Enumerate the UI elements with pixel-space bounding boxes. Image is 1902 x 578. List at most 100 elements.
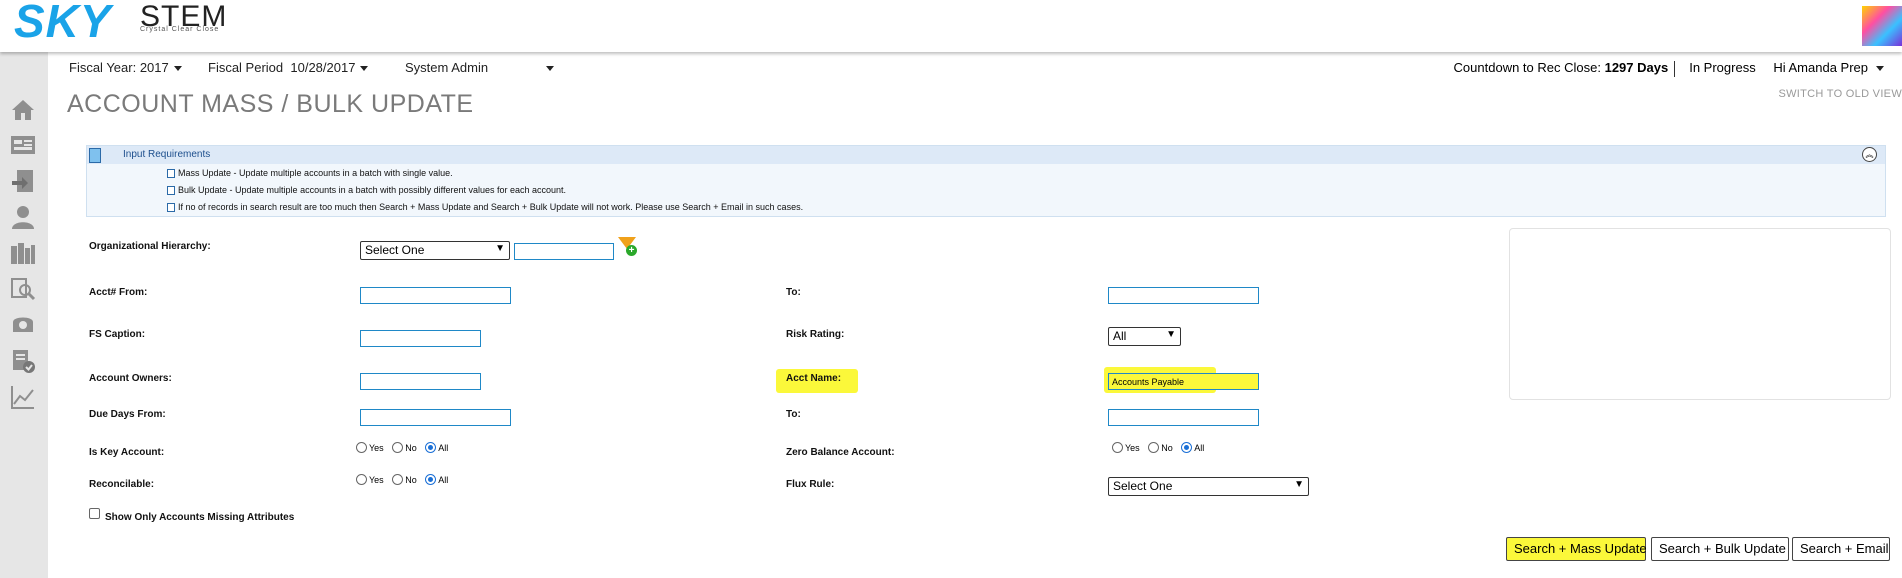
chart-icon[interactable]	[9, 384, 37, 410]
due-days-to-label: To:	[786, 409, 801, 420]
logo-tagline: Crystal Clear Close	[140, 26, 220, 33]
reconcilable-no-radio[interactable]	[392, 474, 404, 486]
home-icon[interactable]	[9, 98, 37, 124]
due-days-to-input[interactable]	[1108, 409, 1259, 426]
user-icon[interactable]	[9, 204, 37, 230]
acct-from-input[interactable]	[360, 287, 511, 304]
switch-view-link[interactable]: SWITCH TO OLD VIEW	[1778, 88, 1902, 100]
import-icon[interactable]	[9, 168, 37, 194]
acct-from-label: Acct# From:	[89, 287, 148, 298]
search-bulk-update-button[interactable]: Search + Bulk Update	[1651, 537, 1789, 561]
reconcilable-radios: Yes No All	[356, 474, 454, 486]
library-icon[interactable]	[9, 240, 37, 266]
radio-label: No	[405, 474, 417, 485]
top-bar: SKY STEM Crystal Clear Close	[0, 0, 1902, 52]
org-hierarchy-input[interactable]	[514, 243, 614, 260]
page-title: ACCOUNT MASS / BULK UPDATE	[67, 90, 474, 118]
flux-rule-value: Select One	[1113, 479, 1173, 493]
greeting-text: Hi Amanda Prep	[1773, 60, 1868, 75]
acct-name-input[interactable]	[1108, 373, 1259, 390]
radio-label: All	[1194, 442, 1205, 453]
acct-to-input[interactable]	[1108, 287, 1259, 304]
dashboard-icon[interactable]	[9, 134, 37, 160]
is-key-account-radios: Yes No All	[356, 442, 454, 454]
certify-icon[interactable]	[9, 348, 37, 374]
is-key-yes-radio[interactable]	[356, 442, 367, 454]
radio-label: Yes	[1125, 442, 1140, 453]
fiscal-period-value: 10/28/2017	[290, 60, 356, 75]
chevron-down-icon	[546, 66, 555, 72]
account-owners-label: Account Owners:	[89, 373, 172, 384]
zero-balance-all-radio[interactable]	[1181, 442, 1193, 454]
flux-rule-select[interactable]: Select One ▼	[1108, 477, 1309, 496]
radio-label: Yes	[369, 474, 384, 485]
is-key-account-label: Is Key Account:	[89, 447, 165, 458]
plus-icon: +	[626, 245, 637, 256]
due-days-from-input[interactable]	[360, 409, 511, 426]
chevron-down-icon: ▼	[1166, 329, 1176, 340]
divider	[1674, 60, 1676, 77]
radio-label: No	[405, 442, 417, 453]
countdown-label: Countdown to Rec Close:	[1453, 60, 1601, 75]
chevron-down-icon: ▼	[1294, 479, 1304, 490]
fiscal-year-label: Fiscal Year: 2017	[69, 60, 169, 75]
reconcilable-yes-radio[interactable]	[356, 474, 367, 486]
user-menu[interactable]: Hi Amanda Prep	[1773, 60, 1884, 75]
fiscal-period-dropdown[interactable]: Fiscal Period 10/28/2017	[208, 60, 369, 75]
due-days-from-label: Due Days From:	[89, 409, 166, 420]
risk-rating-label: Risk Rating:	[786, 329, 845, 340]
search-mass-update-button[interactable]: Search + Mass Update	[1506, 537, 1647, 561]
role-label: System Admin	[405, 60, 489, 75]
reconcilable-label: Reconcilable:	[89, 479, 155, 490]
reconcilable-all-radio[interactable]	[425, 474, 437, 486]
flux-rule-label: Flux Rule:	[786, 479, 835, 490]
zero-balance-label: Zero Balance Account:	[786, 447, 895, 458]
radio-label: Yes	[369, 442, 384, 453]
account-owners-input[interactable]	[360, 373, 481, 390]
bullet-icon	[167, 203, 175, 213]
requirement-line: Bulk Update - Update multiple accounts i…	[167, 185, 566, 196]
search-report-icon[interactable]	[9, 276, 37, 302]
risk-rating-select[interactable]: All ▼	[1108, 327, 1181, 346]
zero-balance-yes-radio[interactable]	[1112, 442, 1123, 454]
requirements-header[interactable]: Input Requirements ︽	[87, 146, 1885, 164]
zero-balance-no-radio[interactable]	[1148, 442, 1160, 454]
fiscal-period-label: Fiscal Period	[208, 60, 284, 75]
zero-balance-radios: Yes No All	[1112, 442, 1210, 454]
support-icon[interactable]	[9, 312, 37, 338]
requirement-text: Mass Update - Update multiple accounts i…	[178, 168, 453, 178]
missing-attributes-checkbox[interactable]	[89, 508, 100, 519]
chevron-down-icon	[1876, 66, 1884, 72]
add-filter-icon[interactable]: +	[617, 236, 639, 258]
role-dropdown[interactable]: System Admin	[405, 60, 555, 75]
requirement-line: If no of records in search result are to…	[167, 202, 803, 213]
document-icon	[89, 148, 101, 163]
bullet-icon	[167, 169, 175, 179]
search-email-button[interactable]: Search + Email	[1792, 537, 1890, 561]
requirements-title: Input Requirements	[123, 149, 211, 160]
acct-name-label: Acct Name:	[786, 373, 842, 384]
org-hierarchy-select[interactable]: Select One ▼	[360, 241, 510, 260]
logo-sky-text: SKY	[14, 0, 112, 47]
chevron-down-icon	[173, 66, 182, 72]
fiscal-year-dropdown[interactable]: Fiscal Year: 2017	[69, 60, 182, 75]
status-text: In Progress	[1689, 60, 1756, 75]
status-area: Countdown to Rec Close: 1297 Days In Prog…	[1454, 60, 1884, 77]
chevron-down-icon: ▼	[495, 243, 505, 254]
user-avatar[interactable]	[1862, 6, 1902, 46]
context-nav-bar: Fiscal Year: 2017 Fiscal Period 10/28/20…	[48, 52, 1902, 84]
missing-attributes-label: Show Only Accounts Missing Attributes	[105, 512, 295, 523]
collapse-icon[interactable]: ︽	[1862, 147, 1877, 162]
radio-label: No	[1161, 442, 1173, 453]
acct-to-label: To:	[786, 287, 801, 298]
countdown-value: 1297 Days	[1604, 60, 1669, 75]
skystem-logo[interactable]: SKY STEM Crystal Clear Close	[10, 0, 226, 47]
sidebar	[0, 52, 48, 578]
fs-caption-input[interactable]	[360, 330, 481, 347]
chevron-down-icon	[360, 66, 369, 72]
is-key-all-radio[interactable]	[425, 442, 437, 454]
org-hierarchy-label: Organizational Hierarchy:	[89, 241, 211, 252]
bullet-icon	[167, 186, 175, 196]
is-key-no-radio[interactable]	[392, 442, 404, 454]
results-side-panel	[1509, 228, 1891, 400]
